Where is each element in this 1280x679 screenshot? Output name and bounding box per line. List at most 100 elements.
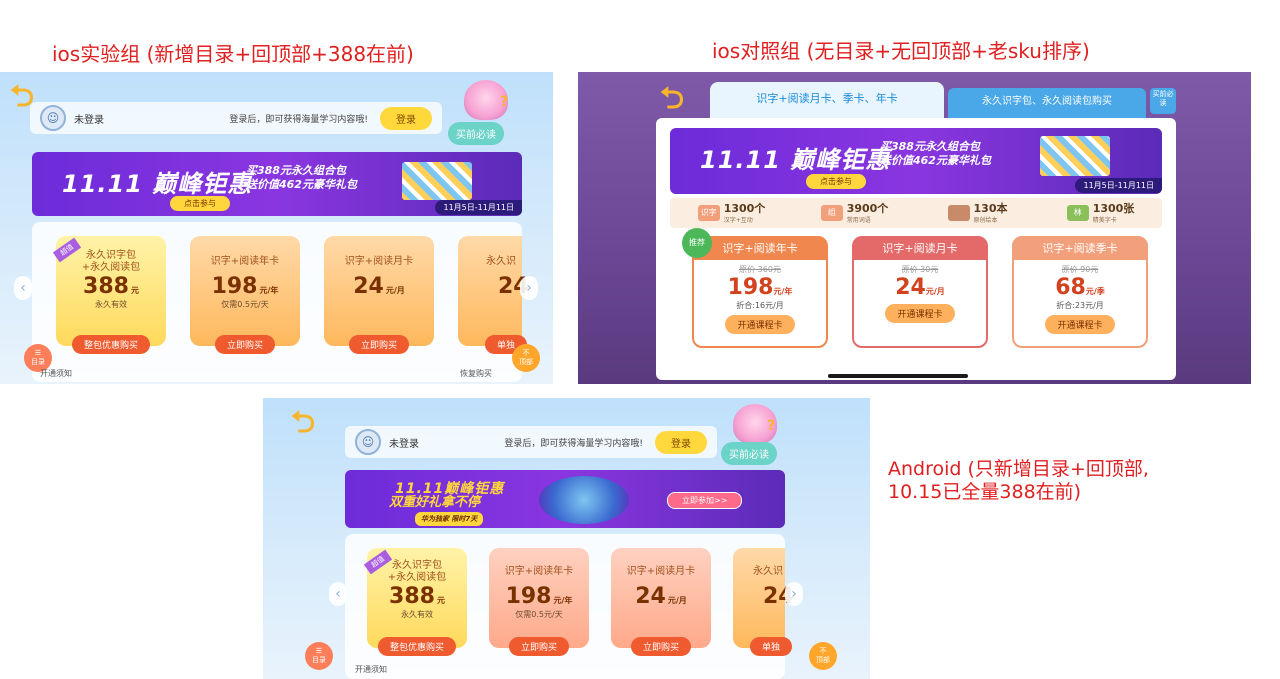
must-read-button[interactable]: 买前必读 [448, 122, 504, 145]
gift-box-icon [1040, 136, 1110, 176]
back-to-top-button[interactable]: 不顶部 [809, 642, 837, 670]
card-title-2: +永久阅读包 [387, 572, 447, 583]
card-price: 24 元/月 [611, 584, 711, 609]
card-price-value: 198 [505, 584, 552, 609]
sku-card-quarter[interactable]: 识字+阅读季卡 原价 90元 68元/季 折合:23元/月 开通课程卡 [1012, 236, 1148, 348]
card-price: 388 元 [367, 584, 467, 609]
banner-cta-button[interactable]: 点击参与 [170, 196, 230, 211]
card-price-value: 388 [389, 584, 435, 609]
tab-subscription[interactable]: 识字+阅读月卡、季卡、年卡 [710, 82, 944, 120]
promo-banner[interactable]: 11.11 巅峰钜惠 买388元永久组合包 送价值462元豪华礼包 点击参与 1… [670, 128, 1162, 194]
card-note: 仅需0.5元/天 [515, 610, 563, 619]
sku-price-unit: 元/年 [773, 287, 793, 296]
single-buy-button[interactable]: 单独 [749, 637, 793, 656]
login-tip: 登录后，即可获得海量学习内容哦! [504, 438, 643, 449]
banner-sub1: 买388元永久组合包 [880, 140, 980, 153]
login-name: 未登录 [389, 438, 419, 450]
stat-desc: 常用词语 [846, 216, 871, 224]
back-to-top-button[interactable]: 不顶部 [512, 344, 540, 372]
next-arrow-icon[interactable]: › [520, 276, 538, 300]
promo-banner[interactable]: 11.11 巅峰钜惠 买388元永久组合包 送价值462元豪华礼包 点击参与 1… [32, 152, 522, 216]
sku-card-year[interactable]: 识字+阅读年卡 原价 360元 198元/年 折合:16元/月 开通课程卡 [692, 236, 828, 348]
recommend-tag: 推荐 [682, 228, 712, 258]
sku-price-value: 68 [1055, 275, 1086, 300]
open-course-button[interactable]: 开通课程卡 [885, 304, 955, 323]
caption-ios-test: ios实验组 (新增目录+回顶部+388在前) [52, 42, 414, 66]
avatar[interactable]: ☺ [355, 429, 381, 455]
sku-card-partial[interactable]: 永久识 24 单独 [733, 548, 794, 656]
sku-head: 识字+阅读年卡 [694, 238, 826, 260]
banner-title: 11.11 巅峰钜惠 [700, 146, 891, 174]
top-label-1: 不 [522, 349, 530, 357]
login-bar: ☺ 未登录 登录后，即可获得海量学习内容哦! 登录 [30, 102, 442, 134]
sku-card-permanent[interactable]: 超值 永久识字包 +永久阅读包 388 元 永久有效 整包优惠购买 [363, 548, 467, 656]
open-course-button[interactable]: 开通课程卡 [1045, 315, 1115, 334]
card-note: 永久有效 [95, 300, 127, 309]
ios-control-screen: ⮌ 识字+阅读月卡、季卡、年卡 永久识字包、永久阅读包购买 买前必读 11.11… [578, 72, 1251, 384]
tab-permanent[interactable]: 永久识字包、永久阅读包购买 [948, 88, 1146, 120]
sku-price-unit: 元/月 [925, 287, 945, 296]
question-mark-icon: ? [767, 418, 776, 434]
stat-desc: 汉字+互动 [723, 216, 753, 224]
must-read-button[interactable]: 买前必读 [721, 442, 777, 465]
sku-card-month[interactable]: 识字+阅读月卡 24 元/月 立即购买 [611, 548, 711, 656]
login-tip: 登录后，即可获得海量学习内容哦! [229, 114, 368, 125]
sku-card-year[interactable]: 识字+阅读年卡 198 元/年 仅需0.5元/天 立即购买 [489, 548, 589, 656]
avatar[interactable]: ☺ [40, 105, 66, 131]
restore-purchase-link[interactable]: 恢复购买 [460, 368, 492, 379]
question-mark-icon: ? [500, 94, 509, 110]
menu-button[interactable]: ☰ 目录 [305, 642, 333, 670]
banner-date: 11月5日-11月11日 [1075, 178, 1162, 193]
stat-item: 组 3900个 常用词语 [793, 202, 916, 224]
banner-cta-button[interactable]: 点击参与 [806, 174, 866, 189]
sku-price-value: 198 [727, 275, 774, 300]
buy-now-button[interactable]: 立即购买 [214, 335, 276, 354]
ios-test-screen: ⮌ ☺ 未登录 登录后，即可获得海量学习内容哦! 登录 ? 买前必读 11.11… [0, 72, 553, 384]
buy-now-button[interactable]: 立即购买 [630, 637, 692, 656]
sku-card-year[interactable]: 识字+阅读年卡 198 元/年 仅需0.5元/天 立即购买 [190, 236, 300, 354]
buy-package-button[interactable]: 整包优惠购买 [71, 335, 151, 354]
sku-price-unit: 元/季 [1085, 287, 1105, 296]
must-read-button[interactable]: 买前必读 [1150, 88, 1176, 114]
sku-card-permanent[interactable]: 超值 永久识字包 +永久阅读包 388 元 永久有效 整包优惠购买 [52, 236, 166, 354]
login-button[interactable]: 登录 [655, 430, 707, 454]
banner-cta-button[interactable]: 立即参加>> [667, 492, 743, 509]
banner-sub2: 送价值462元豪华礼包 [880, 154, 991, 167]
sku-price: 198元/年 [694, 275, 826, 300]
card-title-1: 永久识 [753, 566, 783, 577]
card-title-1: 识字+阅读月卡 [344, 256, 414, 267]
buy-now-button[interactable]: 立即购买 [508, 637, 570, 656]
purchase-notice-link[interactable]: 开通须知 [355, 664, 387, 675]
card-price: 198 元/年 [190, 274, 300, 299]
purchase-notice-link[interactable]: 开通须知 [40, 368, 72, 379]
back-arrow-icon[interactable]: ⮌ [660, 84, 694, 114]
sku-panel: 超值 永久识字包 +永久阅读包 388 元 永久有效 整包优惠购买 识字+阅读年卡… [345, 534, 794, 679]
sku-orig-price: 原价 30元 [901, 265, 939, 274]
promo-banner[interactable]: 11.11巅峰钜惠 双重好礼拿不停 华为独家 限时7天 立即参加>> [345, 470, 785, 528]
sku-card-month[interactable]: 识字+阅读月卡 24 元/月 立即购买 [324, 236, 434, 354]
sku-card-partial[interactable]: 永久识 24 单独 [458, 236, 529, 354]
login-button[interactable]: 登录 [380, 106, 432, 130]
banner-sub1: 双重好礼拿不停 [389, 495, 481, 510]
card-title-1: 识字+阅读年卡 [504, 566, 574, 577]
buy-now-button[interactable]: 立即购买 [348, 335, 410, 354]
card-note: 永久有效 [401, 610, 433, 619]
next-arrow-icon[interactable]: › [785, 582, 803, 606]
card-price-unit: 元 [130, 286, 139, 295]
back-arrow-icon[interactable]: ⮌ [291, 408, 325, 438]
stat-item: 130本 原创绘本 [916, 202, 1039, 224]
banner-sub2: 华为独家 限时7天 [415, 512, 484, 526]
login-name: 未登录 [74, 114, 104, 126]
sku-head: 识字+阅读月卡 [854, 238, 986, 260]
sku-price: 24元/月 [854, 275, 986, 300]
card-title-2: +永久阅读包 [81, 262, 141, 273]
prev-arrow-icon[interactable]: ‹ [329, 582, 347, 606]
sku-card-month[interactable]: 识字+阅读月卡 原价 30元 24元/月 开通课程卡 [852, 236, 988, 348]
book-icon [947, 205, 970, 221]
menu-label: 目录 [31, 358, 45, 366]
stat-icon: 识字 [697, 205, 720, 221]
open-course-button[interactable]: 开通课程卡 [725, 315, 795, 334]
prev-arrow-icon[interactable]: ‹ [14, 276, 32, 300]
buy-package-button[interactable]: 整包优惠购买 [377, 637, 457, 656]
card-price-unit: 元/月 [667, 596, 687, 605]
